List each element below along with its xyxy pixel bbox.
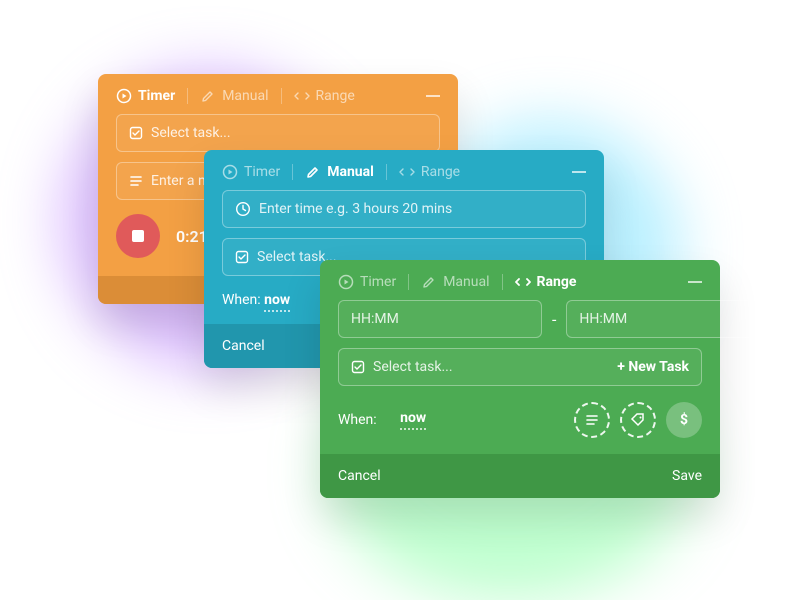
card-footer: Cancel Save (320, 454, 720, 498)
billable-button[interactable]: $ (666, 402, 702, 438)
divider (386, 164, 387, 180)
dollar-icon: $ (680, 412, 688, 428)
range-separator: - (552, 310, 556, 329)
note-icon (129, 174, 143, 188)
tab-timer[interactable]: Timer (222, 164, 280, 180)
divider (292, 164, 293, 180)
save-button[interactable]: Save (672, 468, 702, 484)
tab-label: Manual (443, 274, 489, 290)
play-circle-icon (222, 164, 238, 180)
tab-label: Range (316, 88, 355, 104)
tab-range[interactable]: Range (399, 164, 460, 180)
task-icon (235, 250, 249, 264)
divider (502, 274, 503, 290)
when-row: When: now $ (338, 396, 702, 440)
time-field[interactable] (222, 190, 586, 228)
tab-label: Manual (327, 164, 374, 180)
select-task-field[interactable]: + New Task (338, 348, 702, 386)
tab-range[interactable]: Range (294, 88, 355, 104)
play-circle-icon (116, 88, 132, 104)
clock-icon (235, 201, 251, 217)
when-value[interactable]: now (400, 410, 426, 430)
tab-timer[interactable]: Timer (338, 274, 396, 290)
tab-label: Manual (222, 88, 268, 104)
tag-action-button[interactable] (620, 402, 656, 438)
range-icon (399, 164, 415, 180)
pencil-icon (421, 274, 437, 290)
range-icon (294, 88, 310, 104)
tab-label: Timer (244, 164, 280, 180)
start-time-input[interactable] (351, 311, 529, 327)
when-value[interactable]: now (264, 292, 290, 312)
start-time-field[interactable] (338, 300, 542, 338)
tab-bar: Timer Manual Range (98, 74, 458, 114)
cancel-button[interactable]: Cancel (338, 468, 381, 484)
end-time-input[interactable] (579, 311, 757, 327)
tab-manual[interactable]: Manual (421, 274, 489, 290)
note-action-button[interactable] (574, 402, 610, 438)
tab-label: Timer (138, 88, 175, 104)
time-input[interactable] (259, 201, 573, 217)
range-card: Timer Manual Range - (320, 260, 720, 498)
divider (408, 274, 409, 290)
card-body: - + New Task When: now (320, 300, 720, 454)
play-circle-icon (338, 274, 354, 290)
cancel-button[interactable]: Cancel (222, 338, 265, 354)
pencil-icon (200, 88, 216, 104)
stop-button[interactable] (116, 214, 160, 258)
tab-bar: Timer Manual Range (320, 260, 720, 300)
task-icon (351, 360, 365, 374)
minimize-button[interactable] (426, 95, 440, 97)
minimize-button[interactable] (688, 281, 702, 283)
new-task-button[interactable]: + New Task (617, 359, 689, 375)
when-label: When: (222, 292, 261, 308)
tab-label: Range (421, 164, 460, 180)
end-time-field[interactable] (566, 300, 770, 338)
tab-bar: Timer Manual Range (204, 150, 604, 190)
minimize-button[interactable] (572, 171, 586, 173)
task-icon (129, 126, 143, 140)
when-label: When: (338, 412, 377, 428)
select-task-input[interactable] (151, 125, 427, 141)
divider (187, 88, 188, 104)
tab-range[interactable]: Range (515, 274, 577, 290)
tab-timer[interactable]: Timer (116, 88, 175, 104)
select-task-field[interactable] (116, 114, 440, 152)
tab-label: Range (537, 274, 577, 290)
action-icons: $ (574, 402, 702, 438)
tab-manual[interactable]: Manual (305, 164, 374, 180)
tab-label: Timer (360, 274, 396, 290)
divider (281, 88, 282, 104)
tab-manual[interactable]: Manual (200, 88, 268, 104)
pencil-icon (305, 164, 321, 180)
range-icon (515, 274, 531, 290)
time-range-row: - (338, 300, 702, 338)
select-task-input[interactable] (373, 359, 609, 375)
